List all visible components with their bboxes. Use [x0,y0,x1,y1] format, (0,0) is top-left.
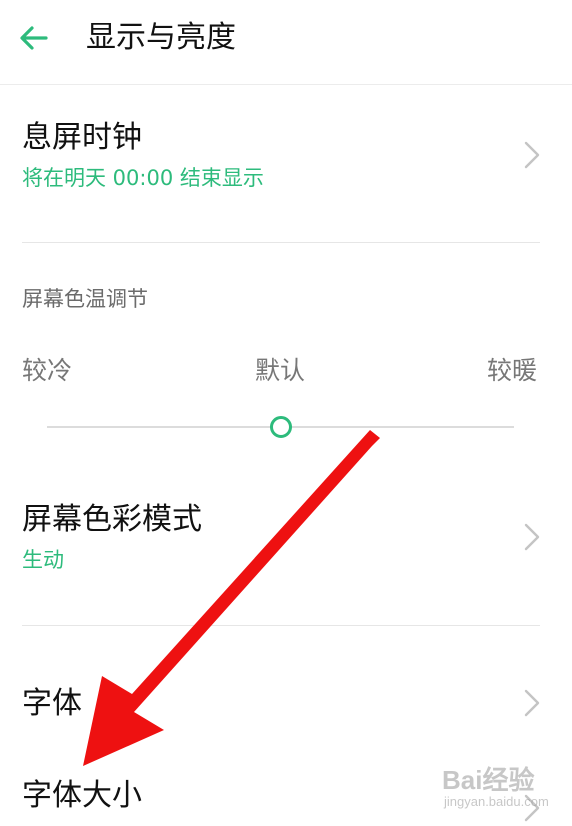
back-arrow-icon [20,26,48,50]
color-temperature-slider-thumb[interactable] [269,416,292,438]
aod-clock-title: 息屏时钟 [22,120,142,155]
back-button[interactable] [14,18,54,58]
baidu-jingyan-watermark: Bai经验 jingyan.baidu.com [436,756,566,814]
color-mode-row[interactable]: 屏幕色彩模式 生动 [0,482,572,622]
color-temperature-section-label: 屏幕色温调节 [22,287,148,311]
cool-label: 较冷 [22,356,73,385]
font-row[interactable]: 字体 [0,660,572,746]
page-title: 显示与亮度 [86,20,236,55]
font-size-title: 字体大小 [22,778,142,813]
color-mode-title: 屏幕色彩模式 [22,502,202,537]
chevron-right-icon [524,689,540,717]
divider [22,625,540,626]
chevron-right-icon [524,141,540,169]
font-title: 字体 [22,686,82,721]
default-label: 默认 [255,356,306,385]
app-bar: 显示与亮度 [0,0,572,85]
color-mode-subtitle: 生动 [22,548,64,572]
divider [22,242,540,243]
watermark-sub-text: jingyan.baidu.com [444,794,549,809]
warm-label: 较暖 [487,356,538,385]
chevron-right-icon [524,523,540,551]
watermark-main-text: Bai经验 [442,765,535,795]
aod-clock-row[interactable]: 息屏时钟 将在明天 00:00 结束显示 [0,100,572,240]
aod-clock-subtitle: 将在明天 00:00 结束显示 [22,166,264,190]
